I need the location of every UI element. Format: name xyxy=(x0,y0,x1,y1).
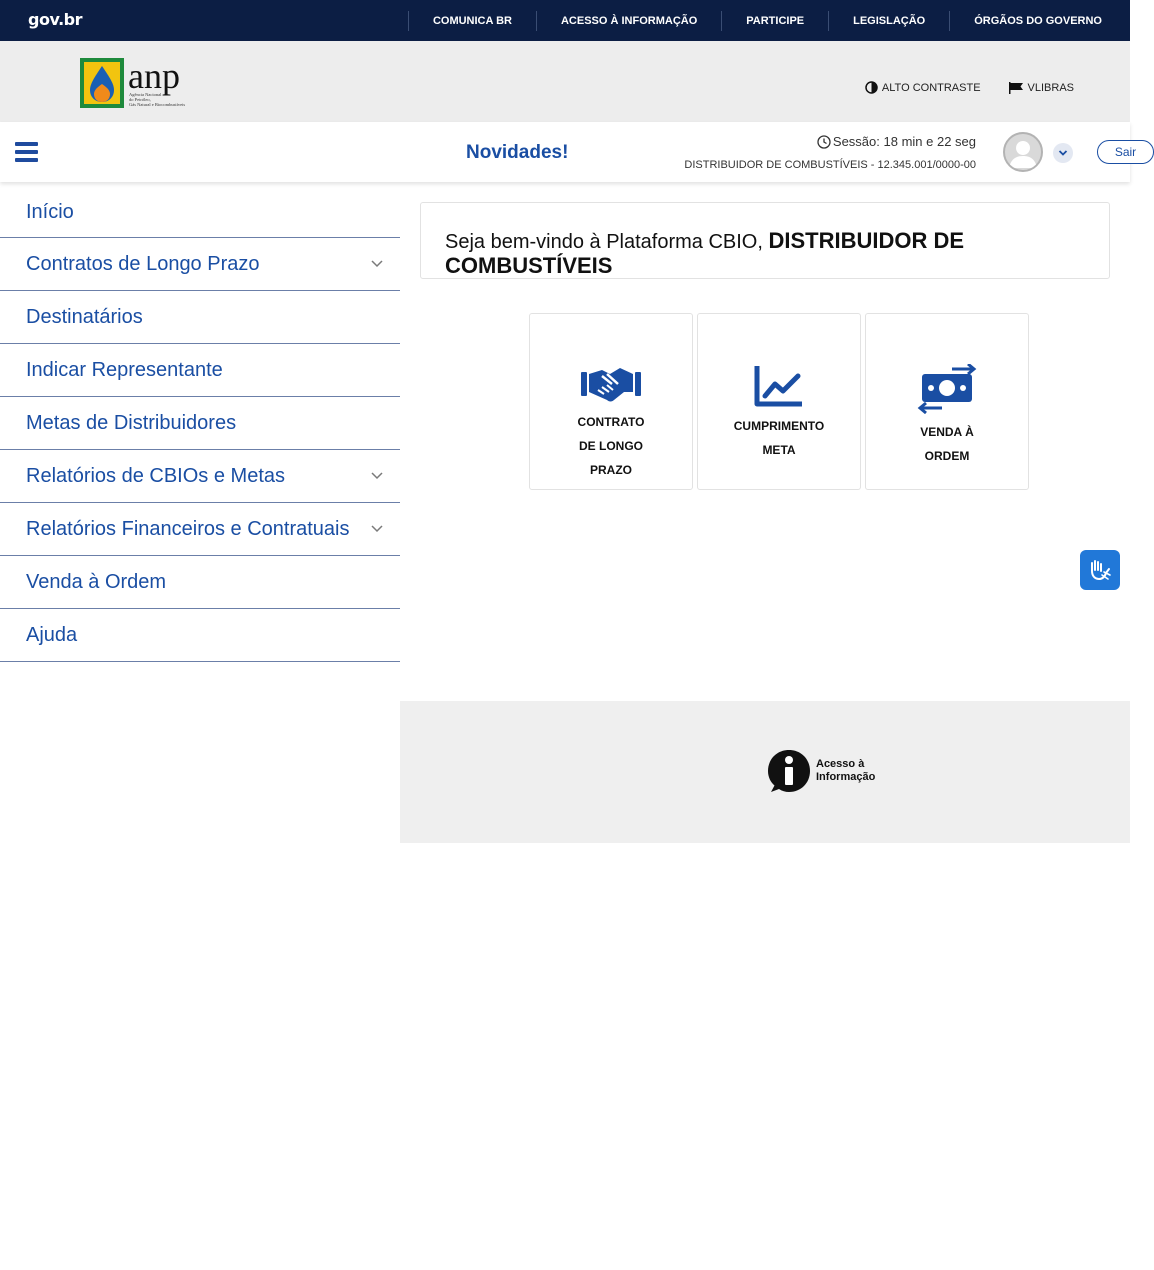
footer: Acesso à Informação xyxy=(400,701,1130,843)
news-link[interactable]: Novidades! xyxy=(466,142,568,164)
anp-header: anp Agência Nacional do Petróleo, Gás Na… xyxy=(0,41,1130,122)
accessibility-tools: ALTO CONTRASTE VLIBRAS xyxy=(865,81,1074,94)
sidebar-item-label: Destinatários xyxy=(26,306,143,328)
card-label: CONTRATO DE LONGO PRAZO xyxy=(577,415,645,477)
handshake-icon xyxy=(581,368,641,402)
govbr-link-acesso-informacao[interactable]: ACESSO À INFORMAÇÃO xyxy=(535,10,721,31)
sign-language-icon xyxy=(1091,560,1111,581)
avatar[interactable] xyxy=(1003,132,1043,172)
sidebar-item-metas-distribuidores[interactable]: Metas de Distribuidores xyxy=(0,397,400,450)
govbr-bar: gov.br COMUNICA BR ACESSO À INFORMAÇÃO P… xyxy=(0,0,1130,41)
govbr-link-comunica[interactable]: COMUNICA BR xyxy=(407,10,536,31)
govbr-link-legislacao[interactable]: LEGISLAÇÃO xyxy=(828,10,949,31)
chevron-down-icon xyxy=(371,472,383,480)
sidebar-item-inicio[interactable]: Início xyxy=(0,186,400,238)
sidebar-item-label: Relatórios de CBIOs e Metas xyxy=(26,465,285,487)
info-icon xyxy=(768,750,810,792)
session-timer: Sessão: 18 min e 22 seg xyxy=(817,134,976,149)
app-header: Novidades! Sessão: 18 min e 22 seg DISTR… xyxy=(0,122,1130,182)
sidebar-item-destinatarios[interactable]: Destinatários xyxy=(0,291,400,344)
govbr-links: COMUNICA BR ACESSO À INFORMAÇÃO PARTICIP… xyxy=(407,0,1130,41)
chevron-down-icon xyxy=(371,260,383,268)
anp-logo[interactable]: anp Agência Nacional do Petróleo, Gás Na… xyxy=(80,56,204,110)
card-cumprimento-meta[interactable]: CUMPRIMENTO META xyxy=(697,313,861,490)
govbr-link-participe[interactable]: PARTICIPE xyxy=(721,10,828,31)
high-contrast-button[interactable]: ALTO CONTRASTE xyxy=(865,81,981,94)
hamburger-menu-button[interactable] xyxy=(15,142,38,162)
govbr-logo[interactable]: gov.br xyxy=(28,10,83,29)
svg-text:anp: anp xyxy=(128,56,180,96)
card-label: CUMPRIMENTO META xyxy=(733,419,825,457)
sidebar-item-label: Início xyxy=(26,201,74,223)
card-label: VENDA À ORDEM xyxy=(920,425,974,463)
govbr-link-orgaos[interactable]: ÓRGÃOS DO GOVERNO xyxy=(949,10,1130,31)
flag-icon xyxy=(1008,81,1023,94)
sidebar-item-ajuda[interactable]: Ajuda xyxy=(0,609,400,662)
vlibras-button[interactable]: VLIBRAS xyxy=(1008,81,1074,94)
welcome-panel: Seja bem-vindo à Plataforma CBIO, DISTRI… xyxy=(420,202,1110,279)
access-information-link[interactable]: Acesso à Informação xyxy=(766,748,886,794)
clock-icon xyxy=(817,134,831,149)
vlibras-widget-button[interactable] xyxy=(1080,550,1120,590)
sidebar-item-label: Ajuda xyxy=(26,624,78,646)
chevron-down-icon xyxy=(1058,150,1068,156)
sidebar-item-indicar-representante[interactable]: Indicar Representante xyxy=(0,344,400,397)
sidebar-item-label: Contratos de Longo Prazo xyxy=(26,253,260,275)
sidebar-item-label: Venda à Ordem xyxy=(26,571,167,593)
user-icon xyxy=(1009,141,1037,168)
sidebar-item-label: Indicar Representante xyxy=(26,359,223,381)
contrast-icon xyxy=(865,81,878,94)
sidebar-item-label: Relatórios Financeiros e Contratuais xyxy=(26,518,350,540)
money-exchange-icon xyxy=(917,364,977,414)
sidebar-menu: Início Contratos de Longo Prazo Destinat… xyxy=(0,186,400,662)
welcome-message: Seja bem-vindo à Plataforma CBIO, DISTRI… xyxy=(445,229,985,279)
chart-line-icon xyxy=(754,366,802,407)
sidebar-item-relatorios-cbios-metas[interactable]: Relatórios de CBIOs e Metas xyxy=(0,450,400,503)
high-contrast-label: ALTO CONTRASTE xyxy=(881,81,981,94)
svg-text:Gás Natural e Biocombustíveis: Gás Natural e Biocombustíveis xyxy=(129,102,185,107)
access-information-label: Acesso à Informação xyxy=(816,758,876,783)
card-contrato-longo-prazo[interactable]: CONTRATO DE LONGO PRAZO xyxy=(529,313,693,490)
sidebar-item-relatorios-financeiros[interactable]: Relatórios Financeiros e Contratuais xyxy=(0,503,400,556)
sidebar-item-contratos-longo-prazo[interactable]: Contratos de Longo Prazo xyxy=(0,238,400,291)
vlibras-label: VLIBRAS xyxy=(1027,81,1074,94)
sidebar-item-venda-ordem[interactable]: Venda à Ordem xyxy=(0,556,400,609)
org-identification: DISTRIBUIDOR DE COMBUSTÍVEIS - 12.345.00… xyxy=(684,159,976,171)
session-text: Sessão: 18 min e 22 seg xyxy=(832,134,976,149)
card-venda-ordem[interactable]: VENDA À ORDEM xyxy=(865,313,1029,490)
user-menu-toggle[interactable] xyxy=(1053,143,1073,163)
chevron-down-icon xyxy=(371,525,383,533)
logout-button[interactable]: Sair xyxy=(1097,140,1154,164)
sidebar-item-label: Metas de Distribuidores xyxy=(26,412,237,434)
welcome-prefix: Seja bem-vindo à Plataforma CBIO, xyxy=(445,231,763,253)
shortcut-cards: CONTRATO DE LONGO PRAZO CUMPRIMENTO META… xyxy=(529,313,1029,490)
